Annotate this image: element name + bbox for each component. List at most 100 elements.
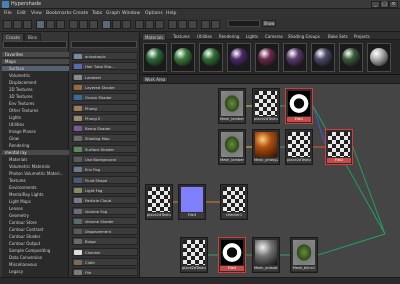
create-node-button[interactable]: Fluid Shape [72,175,138,184]
menu-view[interactable]: View [31,11,42,16]
shading-node[interactable]: Mesh_lambert2 [218,88,246,124]
create-node-button[interactable]: Particle Cloud [72,196,138,205]
create-node-button[interactable]: Shading Map [72,134,138,143]
create-node-button[interactable]: Cloth [72,258,138,266]
shading-node[interactable]: place2dTexture4 [180,237,208,273]
material-swatch[interactable] [171,43,195,72]
create-node-button[interactable]: anisotropic [72,52,138,60]
create-node-button[interactable]: Ramp Shader [72,124,138,133]
tree-item[interactable]: Volumetric Materials [2,164,75,169]
tool-icon[interactable] [178,20,187,29]
tree-item[interactable]: Other Textures [2,108,75,113]
node-search-input[interactable] [71,41,137,48]
tool-icon[interactable] [13,20,22,29]
create-node-button[interactable]: Hair Tube Sha... [72,62,138,71]
tree-category[interactable]: Maya [2,59,71,64]
create-node-button[interactable]: Displacement [72,227,138,236]
tool-icon[interactable] [46,20,55,29]
tree-item[interactable]: Env Textures [2,101,75,106]
tree-category[interactable]: mental ray [2,150,71,155]
tree-item[interactable]: Miscellaneous [2,262,75,267]
tool-icon[interactable] [135,20,144,29]
tree-item[interactable]: Image Planes [2,129,75,134]
shading-node[interactable]: place2dTexture3 [145,184,173,220]
material-swatch[interactable] [339,43,363,72]
menu-file[interactable]: File [4,11,12,16]
create-node-button[interactable]: Volume Fog [72,206,138,215]
tool-icon[interactable] [201,20,210,29]
menu-options[interactable]: Options [145,11,163,16]
shading-node[interactable]: Mesh_lambert3 [218,129,246,165]
shading-node[interactable]: place2dTexture1 [252,88,280,124]
tab-shading-groups[interactable]: Shading Groups [286,33,322,40]
create-node-button[interactable]: Volume Shader [72,216,138,225]
tree-item[interactable]: Contour Contrast [2,227,75,232]
tool-icon[interactable] [69,20,78,29]
tab-cameras[interactable]: Cameras [263,33,285,40]
tool-icon[interactable] [122,20,131,29]
tree-item[interactable]: Displacement [2,80,75,85]
shading-node[interactable]: File4 [218,237,246,273]
menu-edit[interactable]: Edit [17,11,26,16]
create-node-button[interactable]: Phong [72,103,138,112]
create-node-button[interactable]: Phong E [72,113,138,122]
tree-item[interactable]: Photon Volumetric Materi... [2,171,75,176]
shading-node[interactable]: checker1 [220,184,248,220]
tree-item[interactable]: Sample Compositing [2,248,75,253]
tab-bake-sets[interactable]: Bake Sets [326,33,350,40]
tab-textures[interactable]: Textures [171,33,192,40]
tool-icon[interactable] [211,20,220,29]
tree-item[interactable]: Environments [2,185,75,190]
material-swatch[interactable] [143,43,167,72]
tool-icon[interactable] [89,20,98,29]
shading-node[interactable]: File2 [325,129,353,165]
tree-item[interactable]: Light Maps [2,199,75,204]
shading-node[interactable]: place2dTexture2 [285,129,313,165]
tool-icon[interactable] [36,20,45,29]
tool-icon[interactable] [79,20,88,29]
work-area-canvas[interactable]: Mesh_lambert2 place2dTexture1 File1 Mesh_la… [140,83,400,277]
tool-icon[interactable] [102,20,111,29]
material-swatch[interactable] [227,43,251,72]
tab-projects[interactable]: Projects [352,33,372,40]
tree-item[interactable]: Utilities [2,122,75,127]
tree-item[interactable]: Lenses [2,206,75,211]
tree-item[interactable]: Contour Store [2,220,75,225]
tree-item[interactable]: 3D Textures [2,94,75,99]
create-node-button[interactable]: Lambert [72,72,138,81]
tree-item[interactable]: Contour Output [2,241,75,246]
tree-item[interactable]: Contour Shader [2,234,75,239]
maximize-button[interactable]: □ [380,1,389,8]
tree-item[interactable]: Materials [2,157,75,162]
tool-icon[interactable] [168,20,177,29]
menu-graph[interactable]: Graph [106,11,120,16]
tool-icon[interactable] [3,20,12,29]
create-node-button[interactable]: File [72,268,138,277]
material-swatch[interactable] [283,43,307,72]
tab-utilities[interactable]: Utilities [195,33,214,40]
toolbar-search-input[interactable] [228,20,260,27]
create-node-button[interactable]: Ocean Shader [72,93,138,102]
close-button[interactable]: × [389,1,398,8]
menu-help[interactable]: Help [166,11,176,16]
show-button[interactable]: Show [262,20,276,27]
shading-node[interactable]: File3 [178,184,206,220]
material-swatch[interactable] [367,43,391,72]
tool-icon[interactable] [188,20,197,29]
material-swatch[interactable] [199,43,223,72]
material-swatch[interactable] [255,43,279,72]
create-node-button[interactable]: Use Background [72,155,138,163]
tab-work-area[interactable]: Work Area [142,76,168,83]
shading-node[interactable]: Mesh_phong2 [252,129,280,165]
tree-item[interactable]: Rendering [2,143,75,148]
tree-item[interactable]: Volumetric [2,73,75,78]
tree-item[interactable]: Lights [2,115,75,120]
tab-lights[interactable]: Lights [244,33,260,40]
tab-rendering[interactable]: Rendering [217,33,241,40]
tree-item[interactable]: 2D Textures [2,87,75,92]
create-node-button[interactable]: Env Fog [72,165,138,174]
tree-category[interactable]: Favorites [2,52,71,57]
tool-icon[interactable] [112,20,121,29]
create-node-button[interactable]: Checker [72,247,138,256]
create-node-button[interactable]: Bulge [72,237,138,246]
